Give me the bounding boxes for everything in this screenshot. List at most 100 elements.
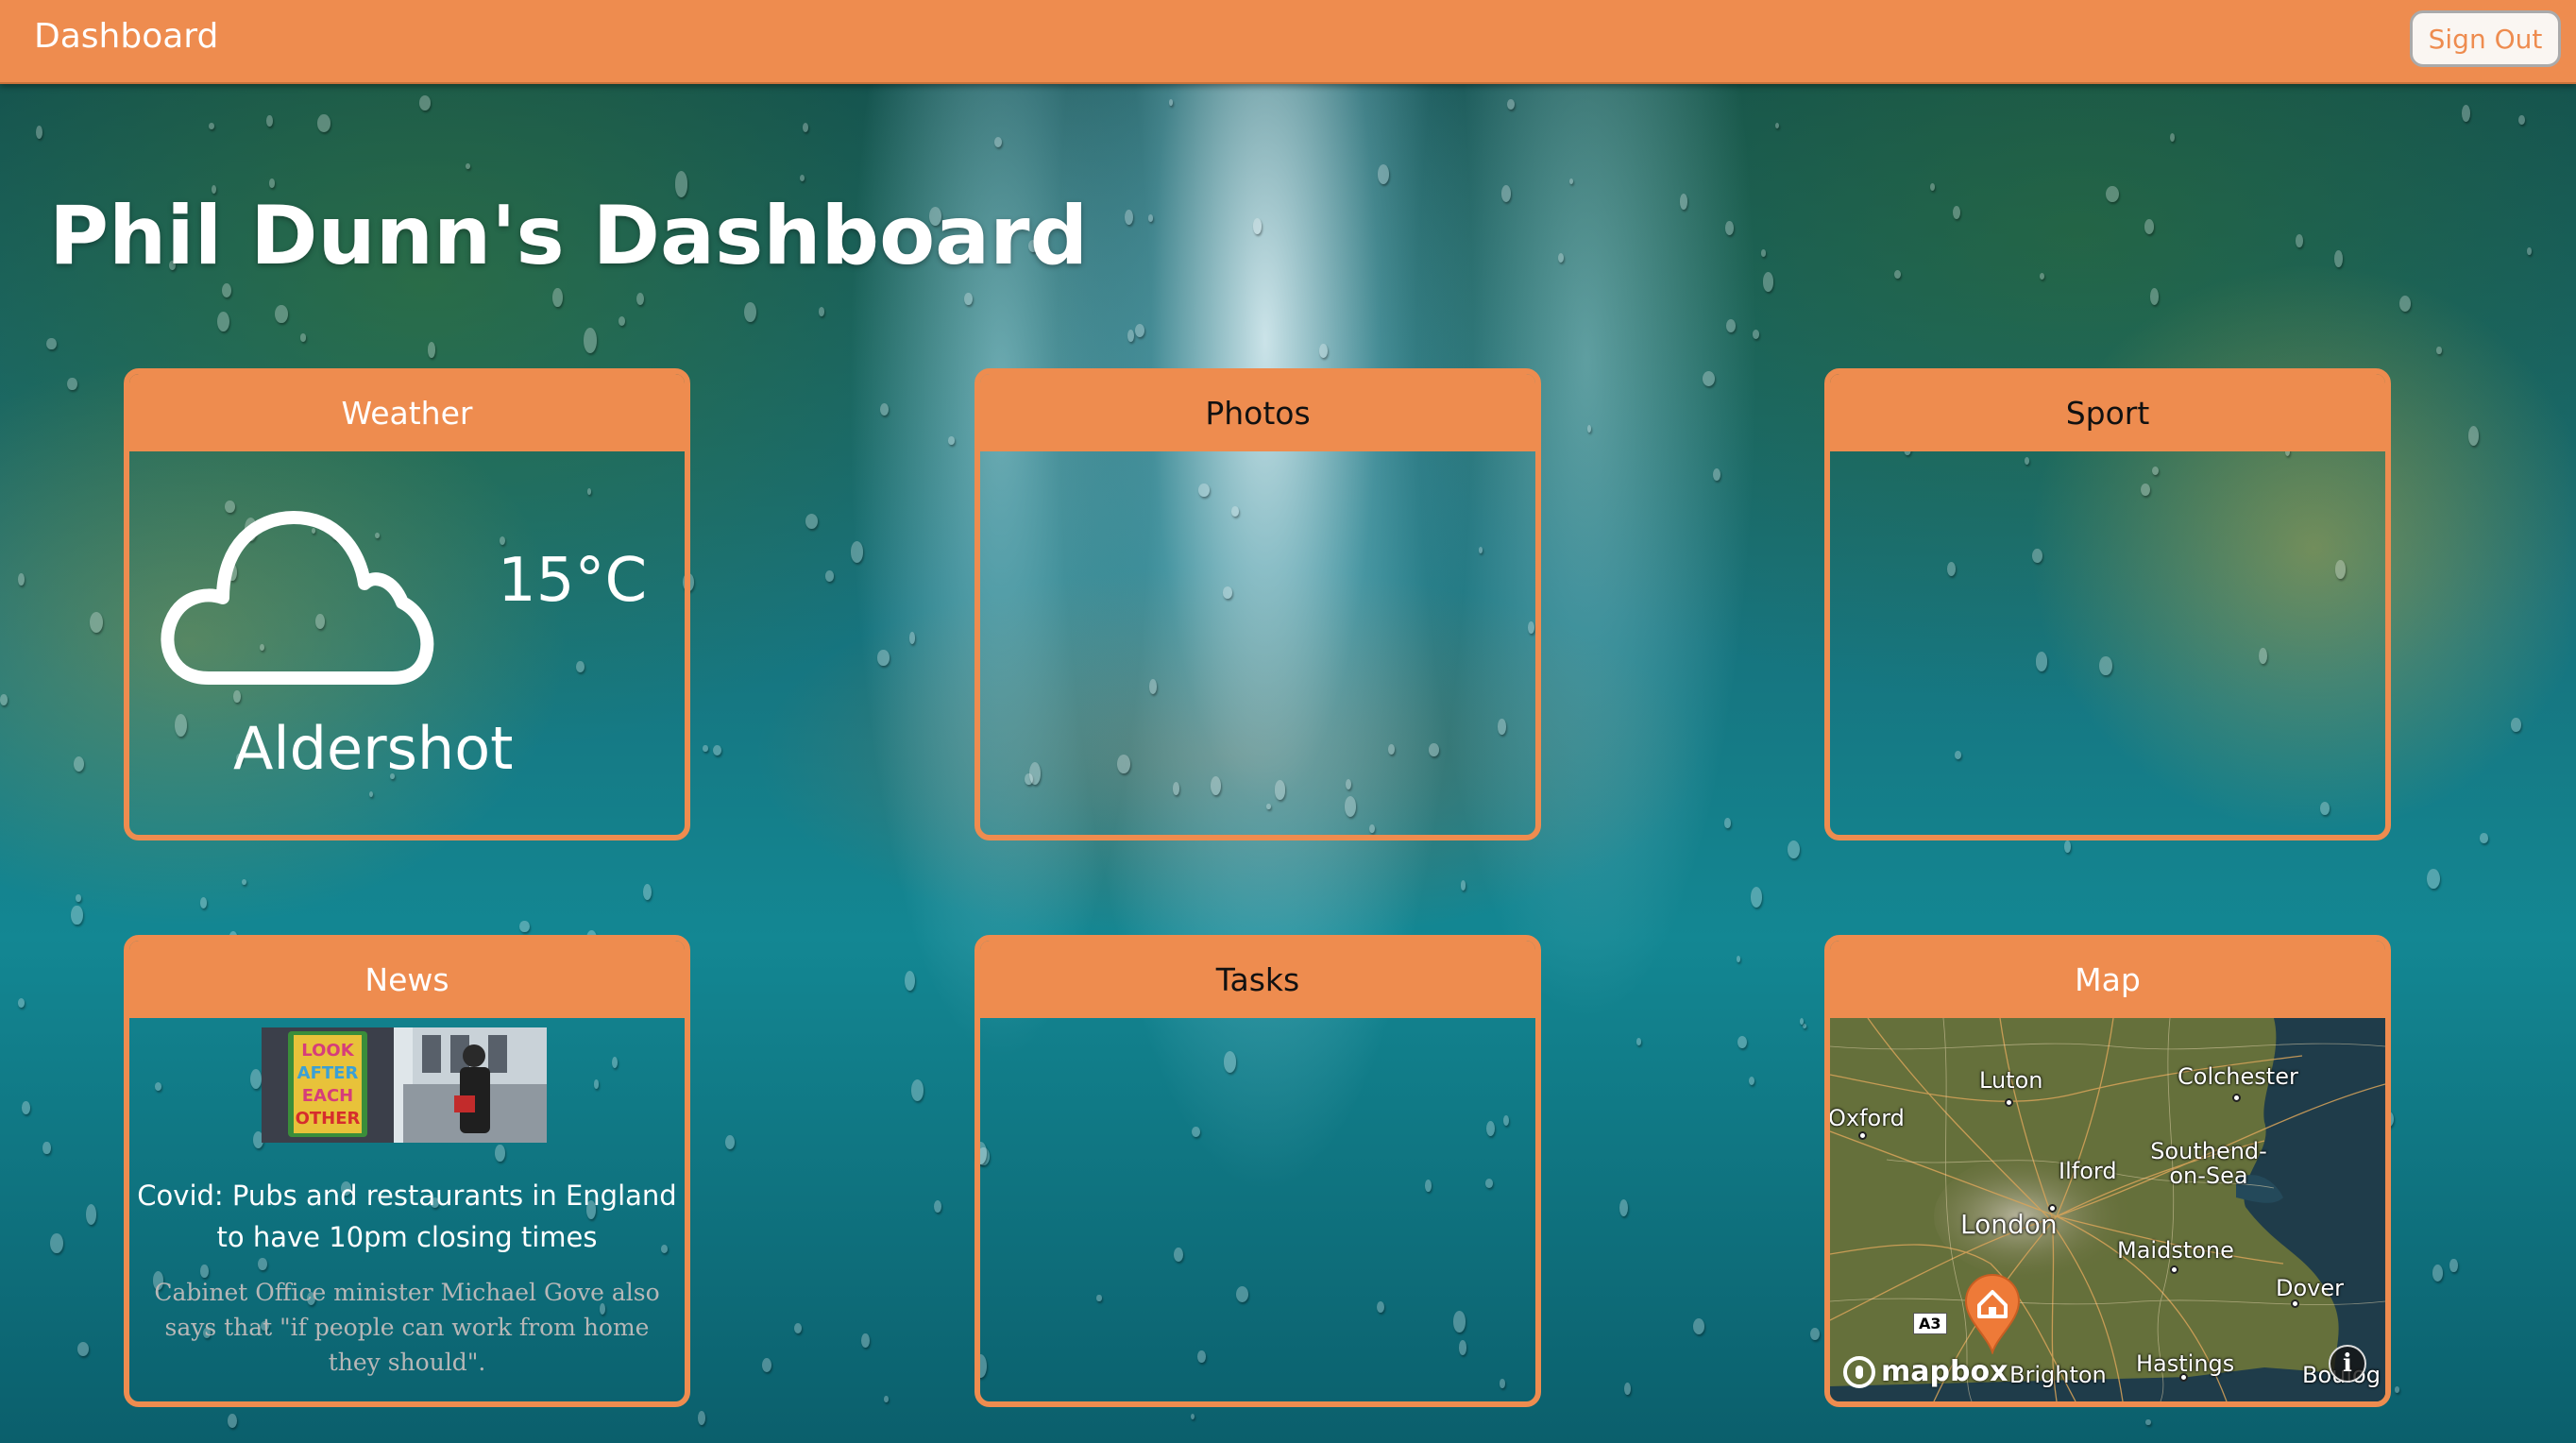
raindrop <box>994 137 1003 148</box>
raindrop <box>222 282 232 297</box>
raindrop <box>199 897 207 908</box>
card-title: Tasks <box>1215 960 1300 998</box>
map-place-label: Southend-on-Sea <box>2150 1138 2267 1189</box>
raindrop <box>1750 886 1763 908</box>
raindrop <box>2145 1418 2151 1426</box>
raindrop <box>1506 98 1515 110</box>
raindrop <box>1169 99 1174 106</box>
raindrop <box>1460 880 1466 891</box>
raindrop <box>1190 1413 1195 1420</box>
card-title: Map <box>2075 960 2141 998</box>
raindrop <box>18 998 25 1008</box>
raindrop <box>643 883 652 901</box>
weather-location: Aldershot <box>233 714 514 783</box>
raindrop <box>1377 164 1390 184</box>
raindrop <box>2105 185 2119 203</box>
card-header: Tasks <box>980 941 1535 1018</box>
map-terrain <box>1830 1018 2385 1401</box>
home-pin-icon[interactable] <box>1962 1273 2023 1354</box>
raindrop <box>805 513 819 529</box>
map-place-label: Maidstone <box>2117 1237 2234 1264</box>
map-view[interactable]: Luton Colchester Oxford Southend-on-Sea … <box>1830 1018 2385 1401</box>
map-place-label: London <box>1960 1209 2058 1240</box>
weather-card[interactable]: Weather 15°C Aldershot <box>124 368 690 840</box>
raindrop <box>274 304 288 324</box>
raindrop <box>703 744 708 753</box>
raindrop <box>1752 330 1759 339</box>
map-place-label: Hastings <box>2136 1350 2235 1377</box>
map-card[interactable]: Map Luton Colchester Oxford Southend-on-… <box>1824 935 2391 1407</box>
raindrop <box>1318 343 1328 358</box>
raindrop <box>1618 1198 1629 1217</box>
raindrop <box>948 435 955 445</box>
raindrop <box>74 755 85 772</box>
raindrop <box>208 122 214 129</box>
news-headline[interactable]: Covid: Pubs and restaurants in England t… <box>129 1175 685 1258</box>
raindrop <box>216 312 229 332</box>
raindrop <box>1787 840 1801 859</box>
raindrop <box>818 306 825 316</box>
raindrop <box>933 1199 941 1213</box>
raindrop <box>1810 1327 1821 1340</box>
raindrop <box>2432 1265 2444 1282</box>
tasks-card[interactable]: Tasks <box>974 935 1541 1407</box>
raindrop <box>228 1413 238 1428</box>
raindrop <box>1252 218 1263 235</box>
raindrop <box>2511 718 2521 732</box>
raindrop <box>299 332 307 342</box>
raindrop <box>1724 818 1731 828</box>
raindrop <box>744 301 756 322</box>
raindrop <box>1799 1017 1805 1025</box>
map-place-label: Colchester <box>2178 1063 2298 1090</box>
raindrop <box>2039 273 2044 280</box>
raindrop <box>908 632 915 644</box>
mapbox-attribution[interactable]: mapbox <box>1843 1355 2008 1388</box>
info-icon[interactable]: i <box>2329 1345 2366 1383</box>
raindrop <box>904 970 915 992</box>
mapbox-wordmark: mapbox <box>1881 1355 2008 1388</box>
svg-text:OTHER: OTHER <box>296 1109 361 1129</box>
raindrop <box>427 342 436 358</box>
raindrop <box>2527 246 2532 255</box>
news-card[interactable]: News LOOK AFTER EACH OTHER Covid: Pubs a… <box>124 935 690 1407</box>
raindrop <box>879 402 889 416</box>
card-header: News <box>129 941 685 1018</box>
raindrop <box>17 573 25 586</box>
top-navbar: Dashboard Sign Out <box>0 0 2576 84</box>
raindrop <box>1725 221 1734 235</box>
raindrop <box>1127 330 1134 343</box>
card-header: Sport <box>1830 374 2385 451</box>
raindrop <box>241 879 246 886</box>
raindrop <box>850 541 864 564</box>
raindrop <box>712 744 721 755</box>
photos-card[interactable]: Photos <box>974 368 1541 840</box>
raindrop <box>2063 840 2071 853</box>
raindrop <box>794 1322 803 1333</box>
temperature-value: 15°C <box>498 546 648 616</box>
raindrop <box>67 377 77 391</box>
map-place-label: Dover <box>2276 1275 2344 1301</box>
raindrop <box>75 893 81 902</box>
raindrop <box>1930 183 1936 191</box>
raindrop <box>1635 1038 1642 1045</box>
card-title: Sport <box>2065 394 2150 432</box>
raindrop <box>824 570 835 582</box>
raindrop <box>964 292 973 306</box>
raindrop <box>2480 833 2488 844</box>
page-title: Phil Dunn's Dashboard <box>49 189 1089 283</box>
raindrop <box>552 288 563 308</box>
sign-out-button[interactable]: Sign Out <box>2410 10 2561 67</box>
card-title: News <box>364 960 449 998</box>
raindrop <box>2449 1258 2458 1273</box>
card-header: Map <box>1830 941 2385 1018</box>
sport-body <box>1830 451 2385 835</box>
sport-card[interactable]: Sport <box>1824 368 2391 840</box>
raindrop <box>1147 214 1154 222</box>
raindrop <box>724 1134 735 1149</box>
raindrop <box>269 178 275 188</box>
raindrop <box>2436 346 2442 354</box>
navbar-brand[interactable]: Dashboard <box>34 17 218 56</box>
news-body: LOOK AFTER EACH OTHER Covid: Pubs and re… <box>129 1018 685 1401</box>
news-thumbnail[interactable]: LOOK AFTER EACH OTHER <box>262 1027 547 1143</box>
raindrop <box>1702 370 1715 386</box>
